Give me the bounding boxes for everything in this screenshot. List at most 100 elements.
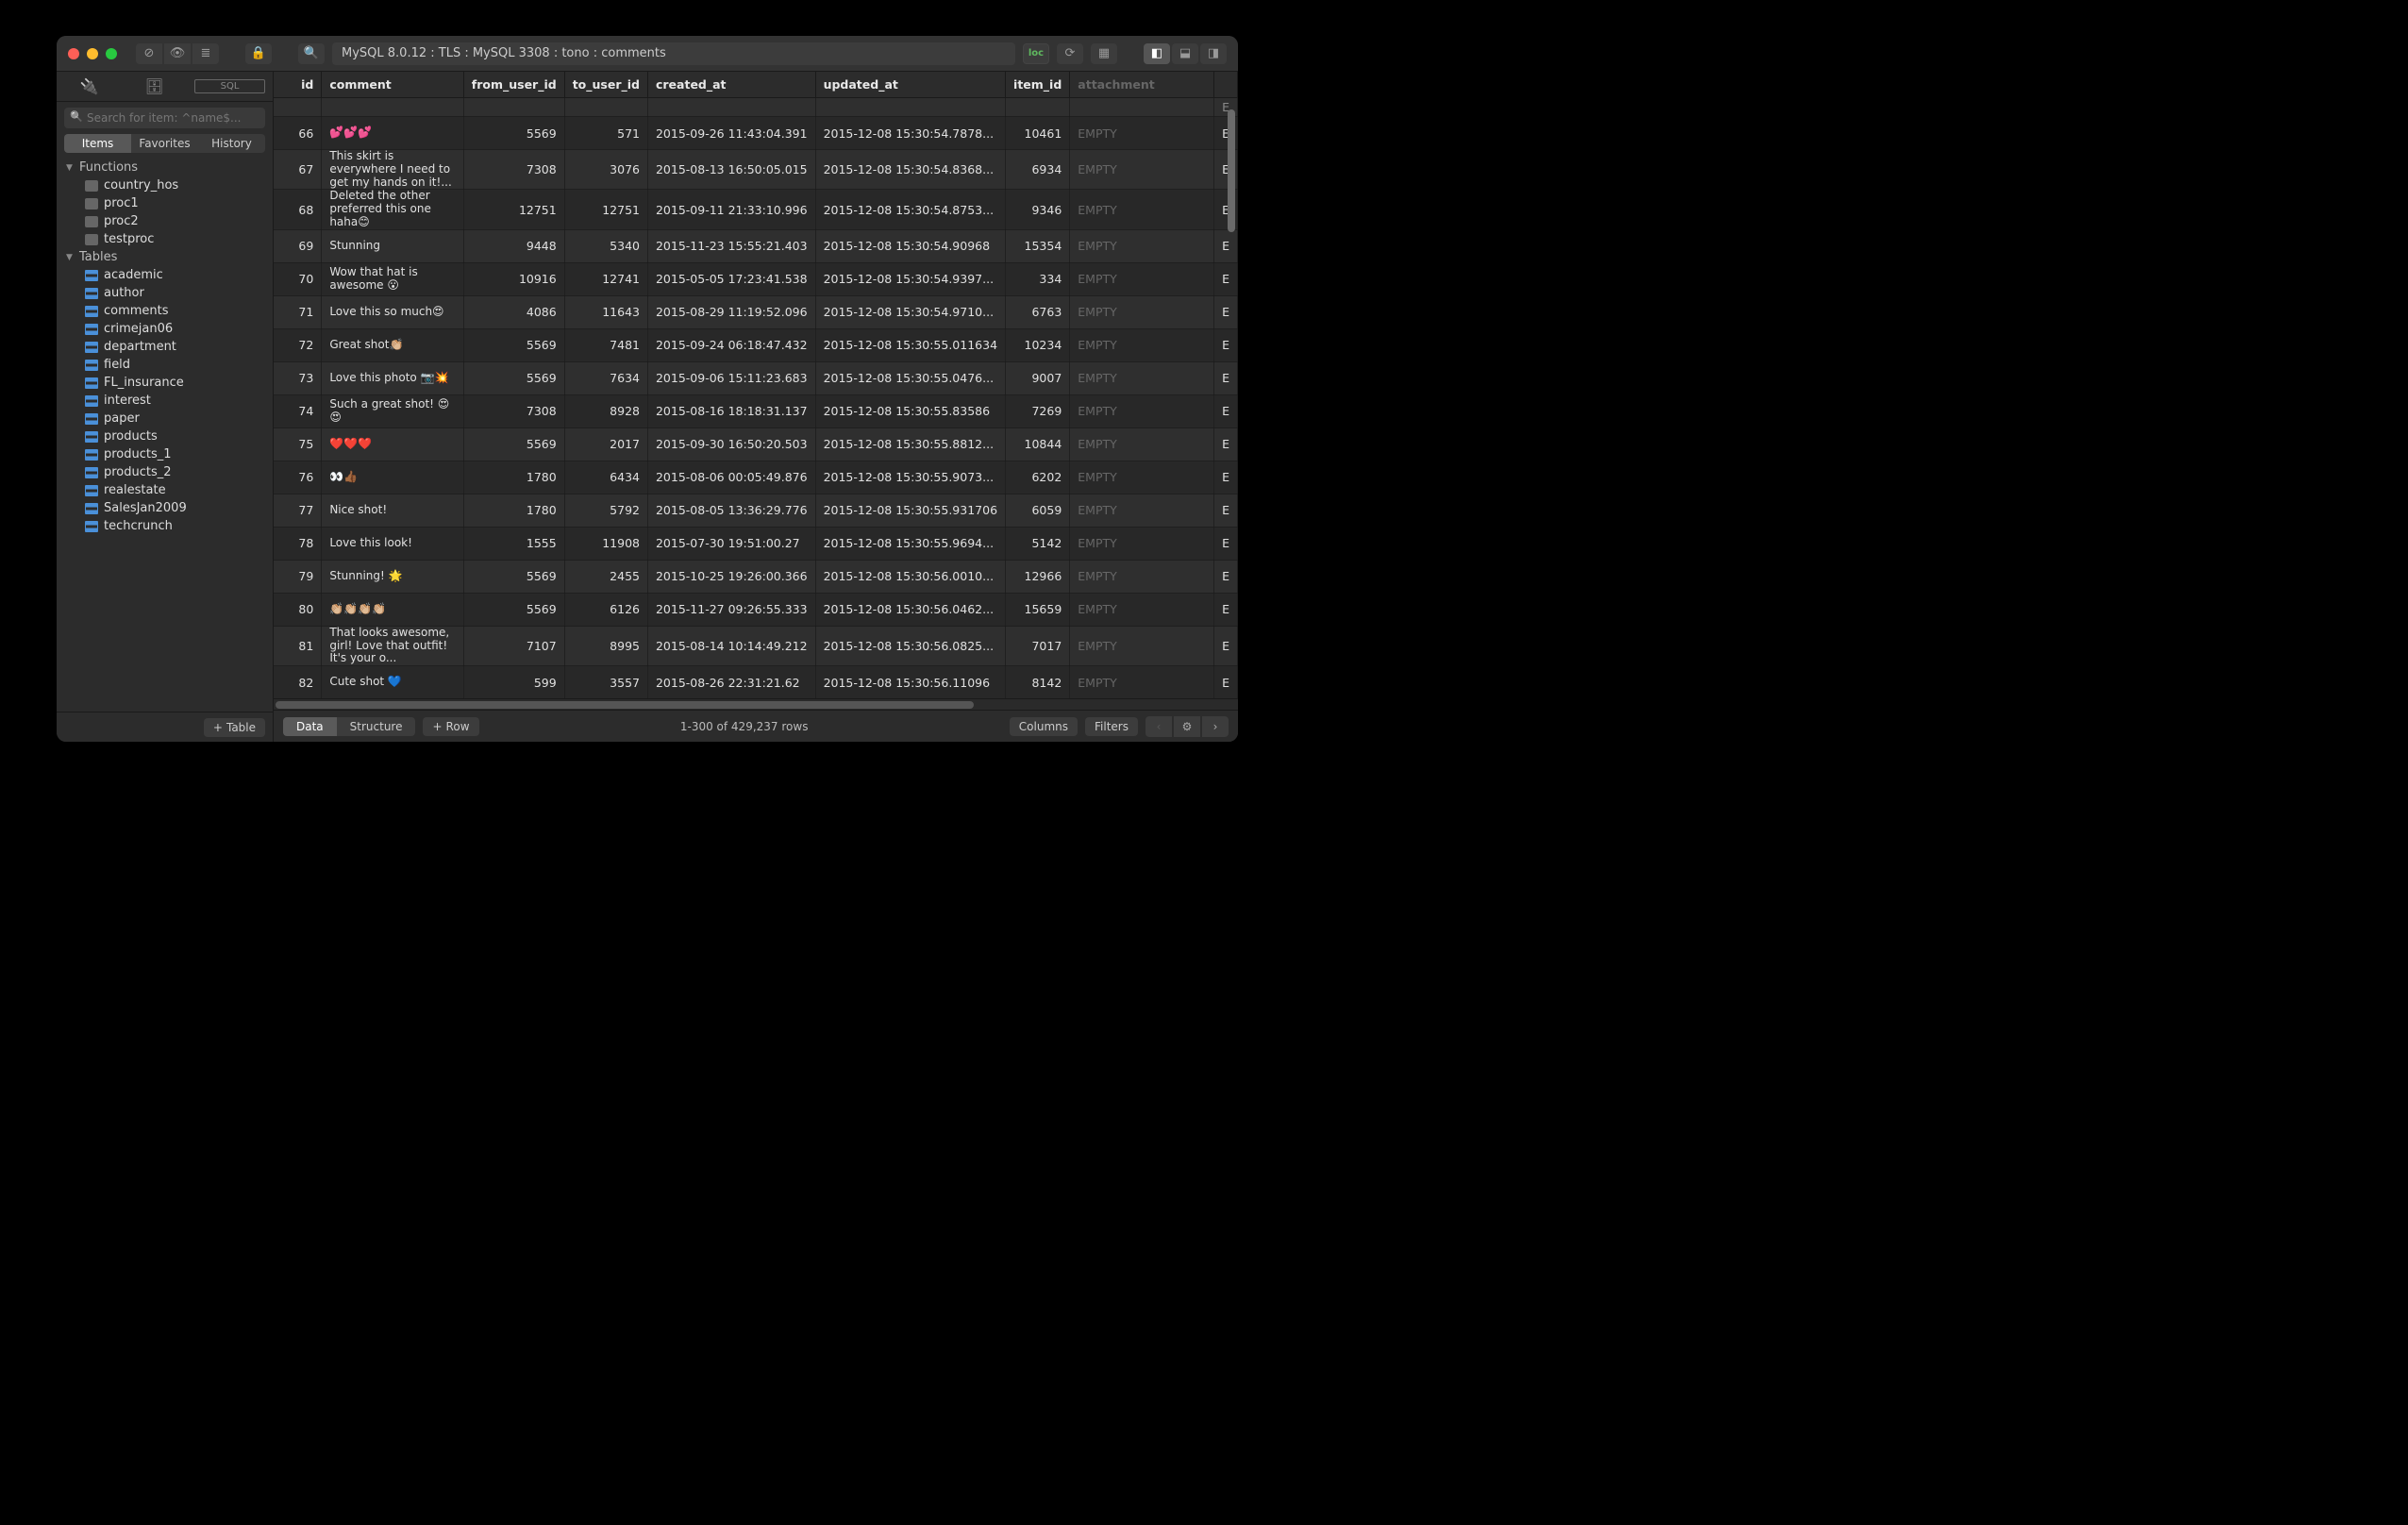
cell[interactable]: 571: [564, 117, 647, 150]
cell[interactable]: This skirt is everywhere I need to get m…: [322, 150, 463, 190]
cell[interactable]: 7308: [463, 394, 564, 427]
cell[interactable]: 2015-08-13 16:50:05.015: [647, 150, 815, 190]
cell[interactable]: 5792: [564, 494, 647, 527]
minimize-window-button[interactable]: [87, 48, 98, 59]
cell[interactable]: E: [1214, 461, 1238, 494]
tree-item-salesjan2009[interactable]: SalesJan2009: [57, 499, 273, 517]
cell[interactable]: E: [1214, 593, 1238, 626]
cell[interactable]: 5569: [463, 361, 564, 394]
cell[interactable]: 2015-12-08 15:30:54.9710...: [815, 295, 1005, 328]
cell[interactable]: 79: [274, 560, 322, 593]
eye-icon[interactable]: 👁: [164, 43, 191, 64]
cell[interactable]: 10234: [1006, 328, 1070, 361]
cell[interactable]: 76: [274, 461, 322, 494]
cell[interactable]: 15659: [1006, 593, 1070, 626]
cell[interactable]: 6434: [564, 461, 647, 494]
cell[interactable]: 9007: [1006, 361, 1070, 394]
cell[interactable]: 77: [274, 494, 322, 527]
cell[interactable]: E: [1214, 295, 1238, 328]
tree-item-comments[interactable]: comments: [57, 302, 273, 320]
cell[interactable]: E: [1214, 361, 1238, 394]
cell[interactable]: 2017: [564, 427, 647, 461]
refresh-icon[interactable]: ⟳: [1057, 43, 1083, 64]
cell[interactable]: 1780: [463, 461, 564, 494]
cell[interactable]: 8995: [564, 626, 647, 665]
layout-bottom-icon[interactable]: ⬓: [1172, 43, 1198, 64]
cell[interactable]: E: [1214, 626, 1238, 665]
cell[interactable]: E: [1214, 328, 1238, 361]
tree-item-proc2[interactable]: proc2: [57, 212, 273, 230]
cell[interactable]: 80: [274, 593, 322, 626]
cell[interactable]: 5569: [463, 593, 564, 626]
table-row[interactable]: 82Cute shot 💙59935572015-08-26 22:31:21.…: [274, 666, 1238, 698]
tree-item-realestate[interactable]: realestate: [57, 481, 273, 499]
column-header-attachment[interactable]: attachment: [1070, 72, 1214, 98]
prev-page-button[interactable]: ‹: [1145, 716, 1172, 737]
cell[interactable]: 7107: [463, 626, 564, 665]
cell[interactable]: 5569: [463, 117, 564, 150]
tree-item-products[interactable]: products: [57, 427, 273, 445]
cell[interactable]: 67: [274, 150, 322, 190]
cell[interactable]: 15354: [1006, 229, 1070, 262]
tree-group-tables[interactable]: ▼Tables: [57, 248, 273, 266]
cell[interactable]: E: [1214, 229, 1238, 262]
cell[interactable]: 5340: [564, 229, 647, 262]
cell[interactable]: 12751: [564, 190, 647, 229]
table-row[interactable]: 81That looks awesome, girl! Love that ou…: [274, 626, 1238, 665]
cell[interactable]: 💕💕💕: [322, 117, 463, 150]
cell[interactable]: 334: [1006, 262, 1070, 295]
cell[interactable]: 2015-09-24 06:18:47.432: [647, 328, 815, 361]
cell[interactable]: 2015-12-08 15:30:56.0010...: [815, 560, 1005, 593]
cell[interactable]: 12966: [1006, 560, 1070, 593]
filter-lines-icon[interactable]: ≣: [192, 43, 219, 64]
table-row[interactable]: 77Nice shot!178057922015-08-05 13:36:29.…: [274, 494, 1238, 527]
cell[interactable]: 2015-12-08 15:30:54.8753...: [815, 190, 1005, 229]
cell[interactable]: E: [1214, 427, 1238, 461]
cell[interactable]: 69: [274, 229, 322, 262]
close-window-button[interactable]: [68, 48, 79, 59]
table-row[interactable]: 70Wow that hat is awesome 😮1091612741201…: [274, 262, 1238, 295]
cell[interactable]: EMPTY: [1070, 190, 1214, 229]
cell[interactable]: 2015-12-08 15:30:55.83586: [815, 394, 1005, 427]
search-icon[interactable]: 🔍: [298, 43, 325, 64]
cell[interactable]: Love this photo 📷💥: [322, 361, 463, 394]
tree-item-field[interactable]: field: [57, 356, 273, 374]
cell[interactable]: 12751: [463, 190, 564, 229]
vertical-scrollbar-thumb[interactable]: [1228, 109, 1235, 232]
cell[interactable]: EMPTY: [1070, 427, 1214, 461]
cell[interactable]: EMPTY: [1070, 666, 1214, 698]
cell[interactable]: 2015-11-23 15:55:21.403: [647, 229, 815, 262]
cell[interactable]: ❤️❤️❤️: [322, 427, 463, 461]
cell[interactable]: 2015-08-06 00:05:49.876: [647, 461, 815, 494]
cell[interactable]: 5569: [463, 328, 564, 361]
table-row[interactable]: 80👏🏼👏🏼👏🏼👏🏼556961262015-11-27 09:26:55.33…: [274, 593, 1238, 626]
cell[interactable]: That looks awesome, girl! Love that outf…: [322, 626, 463, 665]
scrollbar-thumb[interactable]: [276, 701, 974, 709]
cell[interactable]: 4086: [463, 295, 564, 328]
cell[interactable]: EMPTY: [1070, 150, 1214, 190]
cell[interactable]: 71: [274, 295, 322, 328]
column-header-item_id[interactable]: item_id: [1006, 72, 1070, 98]
cell[interactable]: 2015-12-08 15:30:54.8368...: [815, 150, 1005, 190]
segment-history[interactable]: History: [198, 134, 265, 153]
tree-item-interest[interactable]: interest: [57, 392, 273, 410]
cell[interactable]: Cute shot 💙: [322, 666, 463, 698]
cell[interactable]: 74: [274, 394, 322, 427]
sql-icon[interactable]: SQL: [194, 79, 265, 93]
cell[interactable]: 2015-09-11 21:33:10.996: [647, 190, 815, 229]
cell[interactable]: 2015-08-29 11:19:52.096: [647, 295, 815, 328]
cell[interactable]: 6934: [1006, 150, 1070, 190]
cell[interactable]: 9448: [463, 229, 564, 262]
cell[interactable]: 2015-08-26 22:31:21.62: [647, 666, 815, 698]
table-row[interactable]: 75❤️❤️❤️556920172015-09-30 16:50:20.5032…: [274, 427, 1238, 461]
cell[interactable]: 73: [274, 361, 322, 394]
cell[interactable]: EMPTY: [1070, 560, 1214, 593]
cell[interactable]: 72: [274, 328, 322, 361]
cell[interactable]: E: [1214, 560, 1238, 593]
cell[interactable]: 75: [274, 427, 322, 461]
cell[interactable]: 66: [274, 117, 322, 150]
search-input[interactable]: [64, 108, 265, 128]
cell[interactable]: 2015-09-30 16:50:20.503: [647, 427, 815, 461]
cell[interactable]: EMPTY: [1070, 295, 1214, 328]
layout-sidebar-right-icon[interactable]: ◨: [1200, 43, 1227, 64]
